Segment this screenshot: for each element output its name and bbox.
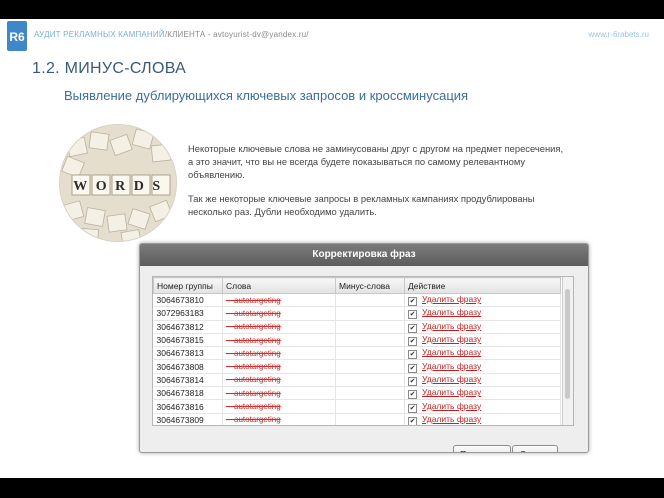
- checkbox[interactable]: ✔: [408, 350, 417, 360]
- slide: R6 АУДИТ РЕКЛАМНЫХ КАМПАНИЙ/КЛИЕНТА - av…: [0, 19, 664, 478]
- header-breadcrumb: АУДИТ РЕКЛАМНЫХ КАМПАНИЙ/КЛИЕНТА - avtoy…: [34, 30, 309, 39]
- action-cell: ✔ Удалить фразу: [404, 359, 561, 374]
- minus-words[interactable]: [335, 333, 405, 348]
- checkbox[interactable]: ✔: [408, 416, 417, 425]
- checkbox[interactable]: ✔: [408, 337, 417, 347]
- delete-phrase-link[interactable]: Удалить фразу: [422, 321, 481, 331]
- col-minus[interactable]: Минус-слова: [335, 277, 405, 294]
- keyword: —autotargeting: [222, 386, 336, 401]
- delete-phrase-link[interactable]: Удалить фразу: [422, 334, 481, 344]
- action-cell: ✔ Удалить фразу: [404, 386, 561, 401]
- header-email: - avtoyurist-dv@yandex.ru/: [205, 30, 309, 39]
- table-row[interactable]: 3064673818 —autotargeting ✔ Удалить фразу: [153, 386, 561, 401]
- group-number: 3072963183: [153, 306, 223, 321]
- keyword: —autotargeting: [222, 413, 336, 425]
- table-row[interactable]: 3064673810 —autotargeting ✔ Удалить фразу: [153, 293, 561, 308]
- site-link[interactable]: www.r-6rabets.ru: [589, 30, 649, 39]
- apply-button[interactable]: Применить: [453, 445, 511, 452]
- group-number: 3064673808: [153, 359, 223, 374]
- minus-words[interactable]: [335, 359, 405, 374]
- keyword: —autotargeting: [222, 293, 336, 308]
- table-header-row: Номер группы Слова Минус-слова Действие: [153, 277, 561, 294]
- action-cell: ✔ Удалить фразу: [404, 399, 561, 414]
- paragraph-2: Так же некоторые ключевые запросы в рекл…: [188, 193, 535, 217]
- minus-words[interactable]: [335, 386, 405, 401]
- table-body: 3064673810 —autotargeting ✔ Удалить фразу 30…: [153, 293, 561, 425]
- delete-phrase-link[interactable]: Удалить фразу: [422, 307, 481, 317]
- checkbox[interactable]: ✔: [408, 403, 417, 413]
- group-number: 3064673814: [153, 373, 223, 388]
- action-cell: ✔ Удалить фразу: [404, 413, 561, 425]
- delete-phrase-link[interactable]: Удалить фразу: [422, 414, 481, 424]
- delete-phrase-link[interactable]: Удалить фразу: [422, 387, 481, 397]
- table-row[interactable]: 3064673816 —autotargeting ✔ Удалить фразу: [153, 399, 561, 414]
- group-number: 3064673815: [153, 333, 223, 348]
- delete-phrase-link[interactable]: Удалить фразу: [422, 347, 481, 357]
- table-row[interactable]: 3064673815 —autotargeting ✔ Удалить фразу: [153, 333, 561, 348]
- table-row[interactable]: 3072963183 —autotargeting ✔ Удалить фразу: [153, 306, 561, 321]
- keyword: —autotargeting: [222, 306, 336, 321]
- dialog-title: Корректировка фраз: [140, 244, 588, 266]
- checkbox[interactable]: ✔: [408, 310, 417, 320]
- table-row[interactable]: 3064673814 —autotargeting ✔ Удалить фразу: [153, 373, 561, 388]
- group-number: 3064673816: [153, 399, 223, 414]
- action-cell: ✔ Удалить фразу: [404, 306, 561, 321]
- keyword: —autotargeting: [222, 346, 336, 361]
- action-cell: ✔ Удалить фразу: [404, 373, 561, 388]
- scrollbar-thumb[interactable]: [565, 289, 570, 399]
- col-action[interactable]: Действие: [404, 277, 561, 294]
- phrases-grid: Номер группы Слова Минус-слова Действие …: [152, 276, 574, 426]
- group-number: 3064673810: [153, 293, 223, 308]
- delete-phrase-link[interactable]: Удалить фразу: [422, 361, 481, 371]
- image-word: WORDS: [73, 179, 168, 194]
- group-number: 3064673809: [153, 413, 223, 425]
- keyword: —autotargeting: [222, 333, 336, 348]
- table-row[interactable]: 3064673809 —autotargeting ✔ Удалить фразу: [153, 413, 561, 425]
- delete-phrase-link[interactable]: Удалить фразу: [422, 294, 481, 304]
- delete-phrase-link[interactable]: Удалить фразу: [422, 374, 481, 384]
- checkbox[interactable]: ✔: [408, 297, 417, 307]
- minus-words[interactable]: [335, 373, 405, 388]
- minus-words[interactable]: [335, 306, 405, 321]
- action-cell: ✔ Удалить фразу: [404, 333, 561, 348]
- keyword: —autotargeting: [222, 320, 336, 334]
- minus-words[interactable]: [335, 320, 405, 334]
- action-cell: ✔ Удалить фразу: [404, 346, 561, 361]
- vertical-scrollbar[interactable]: [562, 277, 573, 425]
- action-cell: ✔ Удалить фразу: [404, 320, 561, 334]
- delete-phrase-link[interactable]: Удалить фразу: [422, 401, 481, 411]
- header-audit: АУДИТ РЕКЛАМНЫХ КАМПАНИЙ: [34, 30, 165, 39]
- page-subtitle: Выявление дублирующихся ключевых запросо…: [64, 88, 469, 103]
- table-row[interactable]: 3064673812 —autotargeting ✔ Удалить фразу: [153, 320, 561, 334]
- header-client: КЛИЕНТА: [167, 30, 206, 39]
- keyword: —autotargeting: [222, 359, 336, 374]
- table-row[interactable]: 3064673808 —autotargeting ✔ Удалить фразу: [153, 359, 561, 374]
- phrases-table: Номер группы Слова Минус-слова Действие …: [153, 277, 561, 425]
- logo-text: R6: [9, 30, 25, 44]
- checkbox[interactable]: ✔: [408, 376, 417, 386]
- page-title: 1.2. МИНУС-СЛОВА: [32, 60, 187, 77]
- table-row[interactable]: 3064673813 —autotargeting ✔ Удалить фразу: [153, 346, 561, 361]
- action-cell: ✔ Удалить фразу: [404, 293, 561, 308]
- minus-words[interactable]: [335, 399, 405, 414]
- words-tiles-image: WORDS: [59, 124, 177, 242]
- cancel-button[interactable]: Отмена: [512, 445, 558, 452]
- group-number: 3064673812: [153, 320, 223, 334]
- col-words[interactable]: Слова: [222, 277, 336, 294]
- r6-logo: R6: [7, 21, 27, 51]
- checkbox[interactable]: ✔: [408, 363, 417, 373]
- minus-words[interactable]: [335, 293, 405, 308]
- checkbox[interactable]: ✔: [408, 323, 417, 333]
- group-number: 3064673813: [153, 346, 223, 361]
- checkbox[interactable]: ✔: [408, 390, 417, 400]
- minus-words[interactable]: [335, 413, 405, 425]
- minus-words[interactable]: [335, 346, 405, 361]
- keyword: —autotargeting: [222, 373, 336, 388]
- phrase-correction-dialog: Корректировка фраз Номер группы Слова Ми…: [139, 243, 589, 453]
- keyword: —autotargeting: [222, 399, 336, 414]
- group-number: 3064673818: [153, 386, 223, 401]
- col-group[interactable]: Номер группы: [153, 277, 223, 294]
- paragraph-1: Некоторые ключевые слова не заминусованы…: [188, 143, 564, 180]
